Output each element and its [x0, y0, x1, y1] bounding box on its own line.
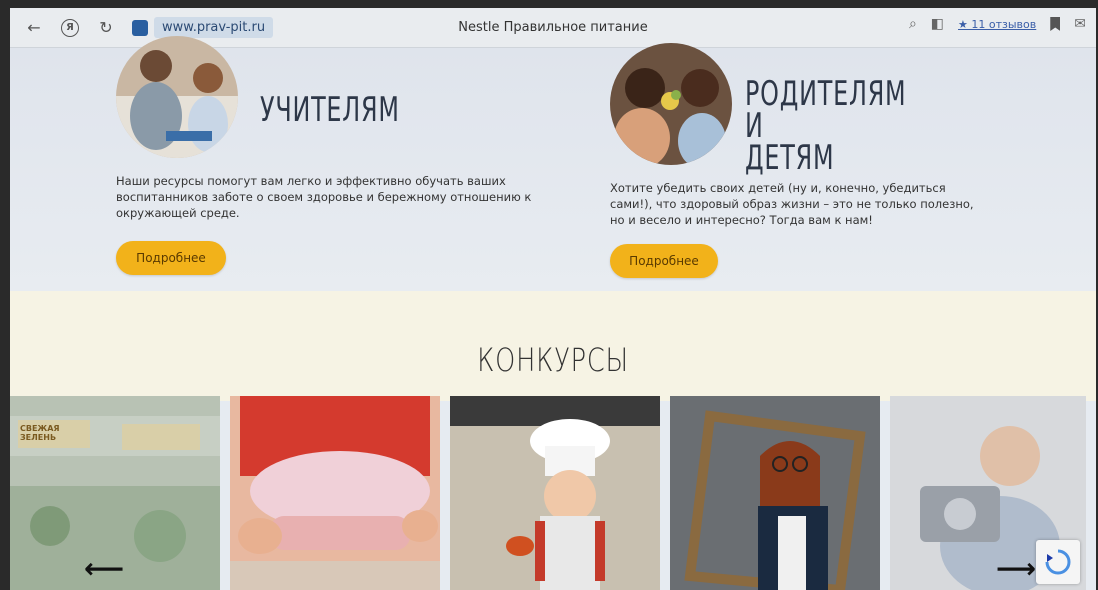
contest-tile-baking[interactable] — [230, 396, 440, 590]
recaptcha-icon — [1045, 549, 1071, 575]
contests-carousel: СВЕЖАЯ ЗЕЛЕНЬ ⟵ ⟶ — [10, 396, 1096, 590]
teachers-photo — [116, 36, 238, 158]
browser-screen: ← Я ↻ www.prav-pit.ru Nestle Правильное … — [10, 8, 1096, 590]
market-sign: СВЕЖАЯ ЗЕЛЕНЬ — [20, 424, 60, 442]
address-bar[interactable]: www.prav-pit.ru — [154, 17, 274, 38]
teachers-description: Наши ресурсы помогут вам легко и эффекти… — [116, 174, 532, 220]
search-icon[interactable]: ⌕ — [909, 16, 917, 32]
reload-icon[interactable]: ↻ — [94, 16, 118, 40]
contests-title: КОНКУРСЫ — [477, 341, 629, 379]
contest-tile-camera[interactable]: ⟶ — [890, 396, 1086, 590]
toolbar-right: ⌕ ◧ ★ 11 отзывов ✉ — [909, 16, 1086, 32]
contest-tile-frame[interactable] — [670, 396, 880, 590]
contest-tile-market[interactable]: СВЕЖАЯ ЗЕЛЕНЬ ⟵ — [10, 396, 220, 590]
parents-photo — [610, 43, 732, 165]
lock-icon[interactable] — [132, 19, 148, 36]
back-icon[interactable]: ← — [22, 16, 46, 40]
contests-section: КОНКУРСЫ — [10, 291, 1096, 401]
parents-description: Хотите убедить своих детей (ну и, конечн… — [610, 181, 974, 227]
teachers-more-button[interactable]: Подробнее — [116, 241, 226, 275]
parents-more-button[interactable]: Подробнее — [610, 244, 718, 278]
carousel-prev-arrow[interactable]: ⟵ — [84, 552, 124, 585]
parents-title-line1: РОДИТЕЛЯМ — [745, 74, 907, 114]
carousel-next-arrow[interactable]: ⟶ — [996, 552, 1036, 585]
yandex-icon[interactable]: Я — [58, 16, 82, 40]
audience-section: УЧИТЕЛЯМ Наши ресурсы помогут вам легко … — [10, 36, 1096, 291]
teachers-title: УЧИТЕЛЯМ — [260, 90, 400, 130]
recaptcha-badge[interactable] — [1036, 540, 1080, 584]
bookmark-icon[interactable] — [1050, 17, 1061, 31]
reviews-link[interactable]: ★ 11 отзывов — [958, 18, 1036, 31]
translate-icon[interactable]: ✉ — [1074, 16, 1086, 32]
extension-icon[interactable]: ◧ — [931, 16, 944, 32]
parents-title-line2: И ДЕТЯМ — [745, 106, 835, 178]
contest-tile-chef[interactable] — [450, 396, 660, 590]
